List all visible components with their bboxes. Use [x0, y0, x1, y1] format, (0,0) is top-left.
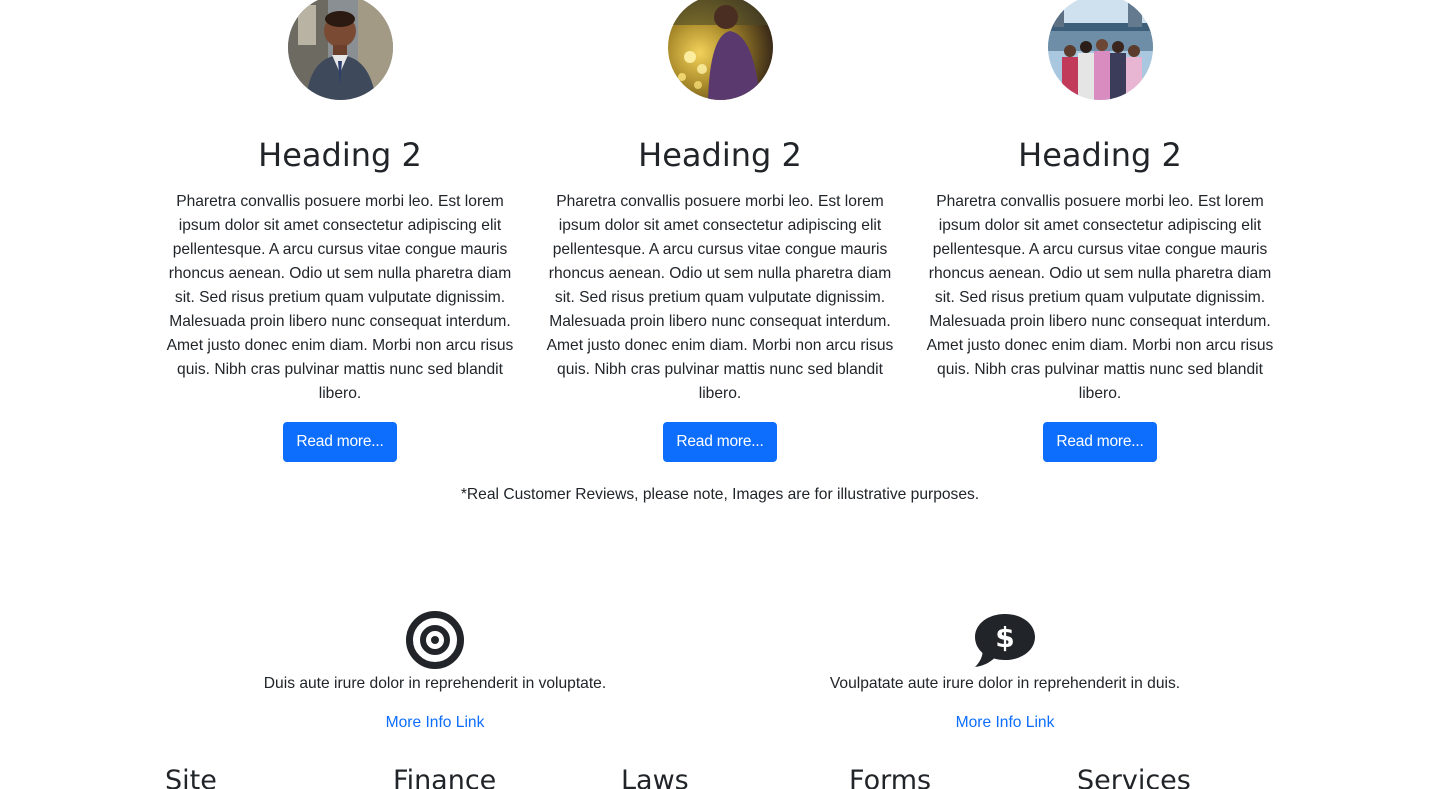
- read-more-button[interactable]: Read more...: [283, 422, 397, 462]
- footer-columns: Site Finance Laws Forms Services: [165, 764, 1305, 789]
- footer-heading-site: Site: [165, 765, 217, 789]
- footer-heading-laws: Laws: [621, 765, 689, 789]
- footer-heading-forms: Forms: [849, 765, 932, 789]
- avatar: [287, 0, 393, 100]
- feature-text: Duis aute irure dolor in reprehenderit i…: [263, 675, 607, 692]
- review-text: Pharetra convallis posuere morbi leo. Es…: [546, 193, 894, 402]
- person-in-suit-photo: [287, 0, 393, 100]
- chat-dollar-icon: $: [974, 610, 1036, 670]
- footer-heading-services: Services: [1077, 765, 1191, 789]
- more-info-link[interactable]: More Info Link: [956, 712, 1055, 734]
- footer-heading-finance: Finance: [393, 765, 497, 789]
- read-more-button[interactable]: Read more...: [663, 422, 777, 462]
- group-by-river-photo: [1047, 0, 1153, 100]
- avatar: [667, 0, 773, 100]
- feature-card: Duis aute irure dolor in reprehenderit i…: [150, 610, 720, 734]
- review-card: Heading 2 Pharetra convallis posuere mor…: [910, 0, 1290, 462]
- feature-text: Voulpatate aute irure dolor in reprehend…: [829, 675, 1181, 692]
- review-heading: Heading 2: [258, 136, 422, 174]
- feature-card: $ Voulpatate aute irure dolor in reprehe…: [720, 610, 1290, 734]
- page: Heading 2 Pharetra convallis posuere mor…: [0, 0, 1440, 789]
- review-card: Heading 2 Pharetra convallis posuere mor…: [530, 0, 910, 462]
- reviews-row: Heading 2 Pharetra convallis posuere mor…: [150, 0, 1290, 462]
- more-info-link[interactable]: More Info Link: [386, 712, 485, 734]
- review-text: Pharetra convallis posuere morbi leo. Es…: [166, 193, 514, 402]
- review-heading: Heading 2: [1018, 136, 1182, 174]
- review-card: Heading 2 Pharetra convallis posuere mor…: [150, 0, 530, 462]
- person-with-lights-photo: [667, 0, 773, 100]
- bullseye-icon: [404, 610, 466, 670]
- reviews-disclaimer: *Real Customer Reviews, please note, Ima…: [460, 486, 980, 503]
- read-more-button[interactable]: Read more...: [1043, 422, 1157, 462]
- avatar: [1047, 0, 1153, 100]
- svg-text:$: $: [995, 621, 1014, 654]
- review-text: Pharetra convallis posuere morbi leo. Es…: [926, 193, 1274, 402]
- review-heading: Heading 2: [638, 136, 802, 174]
